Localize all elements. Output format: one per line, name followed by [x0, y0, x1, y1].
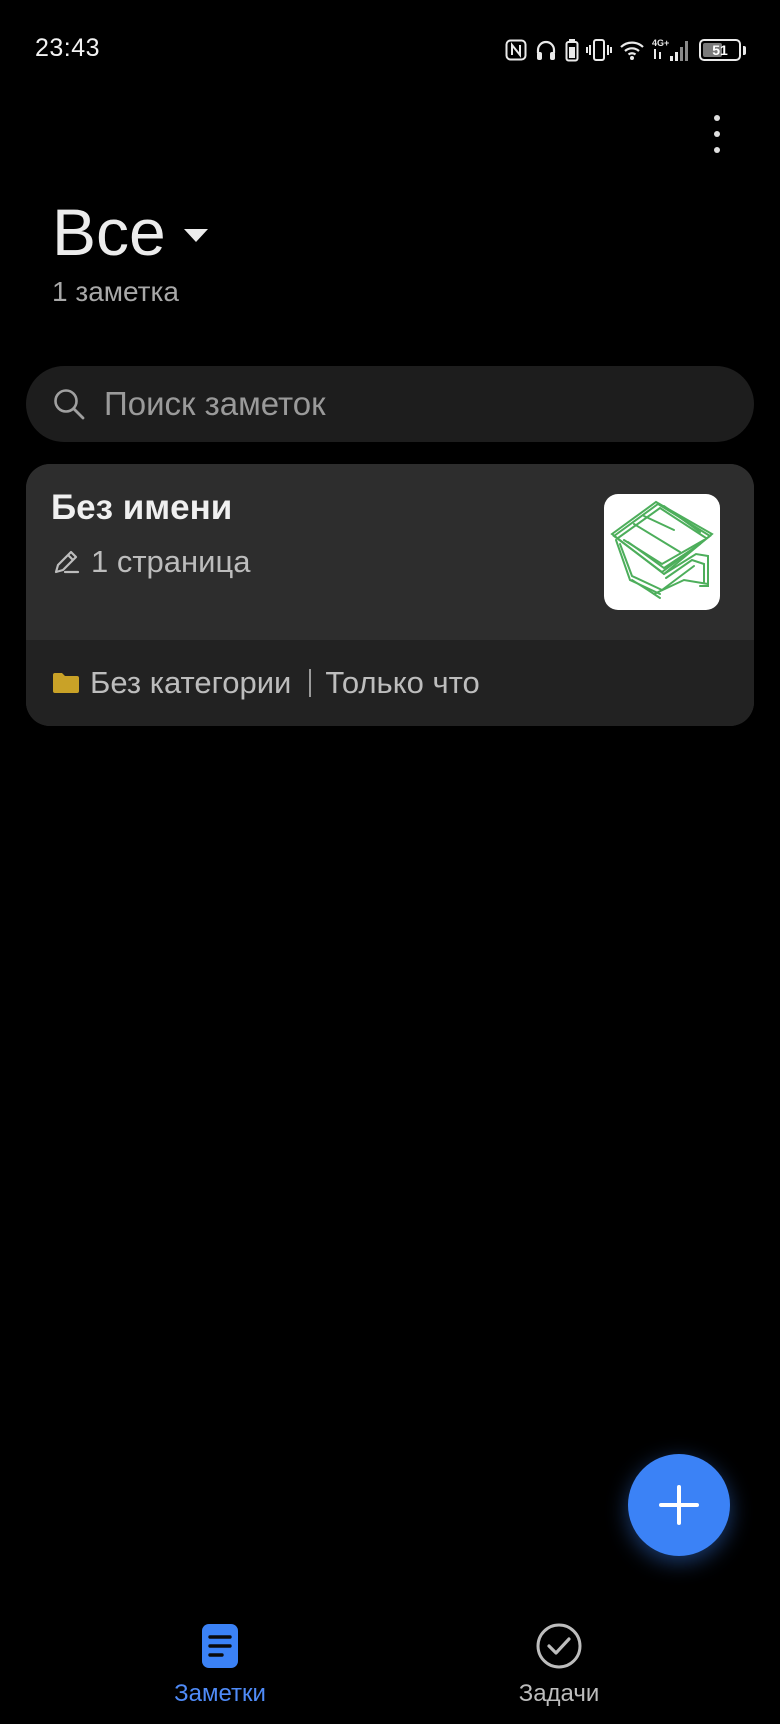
battery-icon: 51: [699, 39, 741, 61]
status-bar: 23:43 4G+ 51: [0, 0, 780, 100]
svg-text:4G+: 4G+: [652, 38, 669, 48]
wifi-icon: [620, 41, 644, 60]
tab-notes-label: Заметки: [174, 1680, 266, 1707]
page-title: Все: [52, 195, 166, 269]
signal-4g-icon: 4G+: [652, 38, 688, 61]
note-thumbnail: [604, 494, 720, 610]
battery-saver-icon: [565, 39, 579, 62]
pen-icon: [54, 550, 80, 574]
note-category: Без категории: [90, 665, 292, 700]
folder-icon: [53, 673, 79, 693]
divider: [309, 669, 312, 697]
status-time: 23:43: [35, 34, 101, 62]
folder-selector[interactable]: Все: [52, 196, 208, 268]
bottom-navigation: Заметки Задачи: [0, 1610, 780, 1724]
plus-icon: [659, 1485, 699, 1525]
search-input[interactable]: [102, 373, 754, 435]
status-icons: 4G+ 51: [505, 36, 746, 64]
search-bar[interactable]: [26, 366, 754, 442]
note-pages: 1 страница: [51, 544, 250, 580]
check-circle-icon: [536, 1623, 582, 1669]
vibrate-icon: [586, 39, 612, 61]
caret-down-icon: [183, 228, 208, 242]
note-time: Только что: [325, 665, 480, 700]
add-note-button[interactable]: [628, 1454, 730, 1556]
nfc-icon: [505, 39, 527, 61]
notes-icon: [202, 1624, 238, 1668]
note-card[interactable]: Без имени 1 страница Без категории Тольк…: [26, 464, 754, 726]
tab-tasks-label: Задачи: [518, 1680, 600, 1707]
note-title: Без имени: [51, 488, 233, 527]
search-icon: [54, 389, 85, 420]
headphones-icon: [536, 40, 556, 60]
tab-tasks[interactable]: Задачи: [459, 1622, 659, 1708]
note-count: 1 заметка: [52, 276, 179, 307]
note-pages-label: 1 страница: [91, 544, 251, 579]
battery-level: 51: [712, 42, 728, 58]
tab-notes[interactable]: Заметки: [120, 1622, 320, 1708]
more-options-icon[interactable]: [697, 104, 737, 164]
